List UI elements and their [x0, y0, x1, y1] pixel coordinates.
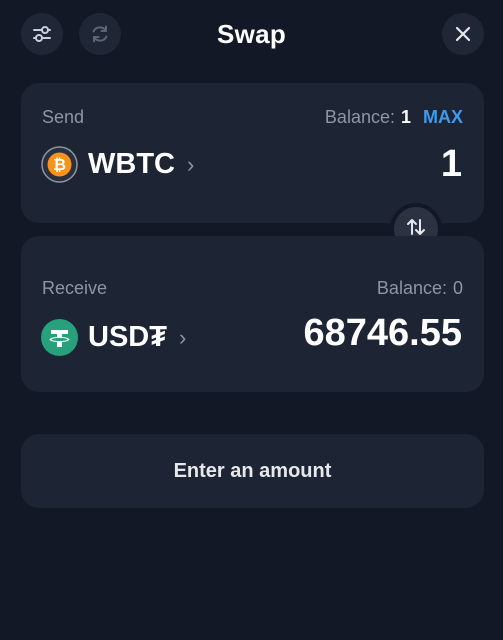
chevron-right-icon: › [178, 324, 187, 350]
enter-amount-button[interactable]: Enter an amount [21, 434, 484, 508]
receive-amount: 68746.55 [303, 312, 463, 354]
send-balance-label: Balance: [324, 107, 395, 127]
receive-label: Receive [42, 278, 108, 298]
send-token-symbol: WBTC [88, 148, 175, 180]
swap-screen: Swap Send Balance: 1 MAX ₿ WBTC › 1 Rece… [0, 0, 503, 640]
tether-icon [41, 319, 78, 356]
svg-text:₿: ₿ [53, 155, 66, 174]
receive-token-selector[interactable]: USD₮ › [41, 319, 186, 356]
close-icon [453, 24, 473, 44]
close-button[interactable] [442, 13, 484, 55]
send-amount-input[interactable]: 1 [441, 143, 462, 186]
send-balance-value: 1 [400, 107, 411, 127]
bitcoin-icon: ₿ [41, 146, 78, 183]
max-button[interactable]: MAX [423, 107, 463, 128]
receive-balance-label: Balance: [376, 278, 447, 298]
page-title: Swap [216, 19, 287, 49]
chevron-right-icon: › [186, 151, 195, 177]
send-label: Send [42, 107, 85, 127]
receive-card: Receive Balance: 0 USD₮ › 68746.55 [21, 236, 484, 392]
send-card: Send Balance: 1 MAX ₿ WBTC › 1 [21, 83, 484, 223]
send-balance: Balance: 1 MAX [325, 107, 463, 128]
receive-token-symbol: USD₮ [88, 321, 167, 353]
send-token-selector[interactable]: ₿ WBTC › [41, 146, 194, 183]
receive-balance-value: 0 [452, 278, 463, 298]
receive-balance: Balance: 0 [377, 278, 463, 299]
